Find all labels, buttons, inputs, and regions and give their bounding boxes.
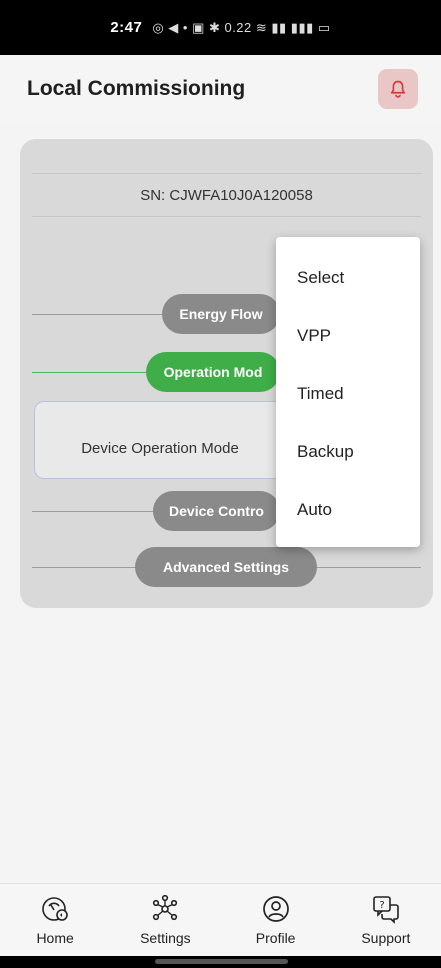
operation-mode-dropdown: Select VPP Timed Backup Auto	[276, 237, 420, 547]
page-title: Local Commissioning	[27, 76, 246, 100]
dropdown-option-auto[interactable]: Auto	[276, 491, 420, 549]
status-time: 2:47	[110, 19, 143, 36]
nav-support[interactable]: ? Support	[341, 894, 431, 946]
nav-settings-label: Settings	[140, 930, 191, 946]
dropdown-option-timed[interactable]: Timed	[276, 375, 420, 433]
status-bar: 2:47 ◎ ◀ • ▣ ✱ 0.22 ≋ ▮▮ ▮▮▮ ▭	[0, 0, 441, 55]
user-circle-icon	[262, 896, 289, 922]
notifications-button[interactable]	[378, 68, 418, 109]
nav-profile[interactable]: Profile	[231, 894, 321, 946]
divider-line	[32, 567, 142, 568]
app-header: Local Commissioning	[0, 55, 441, 122]
divider-line	[317, 567, 421, 568]
nav-settings[interactable]: Settings	[120, 894, 210, 946]
divider-line	[32, 511, 162, 512]
bottom-nav: Home Settings Profile ? Support	[0, 883, 441, 956]
help-chat-icon: ?	[373, 896, 399, 924]
nav-home[interactable]: Home	[10, 894, 100, 946]
energy-flow-button[interactable]: Energy Flow	[162, 294, 280, 334]
network-icon	[153, 894, 178, 921]
speedometer-icon	[42, 897, 68, 921]
divider-line	[32, 314, 172, 315]
advanced-settings-button[interactable]: Advanced Settings	[135, 547, 317, 587]
system-nav-bar	[0, 956, 441, 968]
nav-support-label: Support	[361, 930, 411, 946]
bell-icon	[390, 80, 406, 98]
operation-mode-button[interactable]: Operation Mod	[146, 352, 280, 392]
dropdown-option-select[interactable]: Select	[276, 259, 420, 317]
serial-number: SN: CJWFA10J0A120058	[32, 173, 421, 217]
dropdown-option-vpp[interactable]: VPP	[276, 317, 420, 375]
nav-home-label: Home	[36, 930, 74, 946]
nav-profile-label: Profile	[255, 930, 296, 946]
home-indicator[interactable]	[155, 959, 288, 964]
device-control-button[interactable]: Device Contro	[153, 491, 280, 531]
dropdown-option-backup[interactable]: Backup	[276, 433, 420, 491]
svg-text:?: ?	[379, 900, 384, 911]
device-operation-mode-label: Device Operation Mode	[81, 439, 239, 457]
status-icons: ◎ ◀ • ▣ ✱ 0.22 ≋ ▮▮ ▮▮▮ ▭	[152, 19, 331, 35]
divider-line-active	[32, 372, 152, 373]
